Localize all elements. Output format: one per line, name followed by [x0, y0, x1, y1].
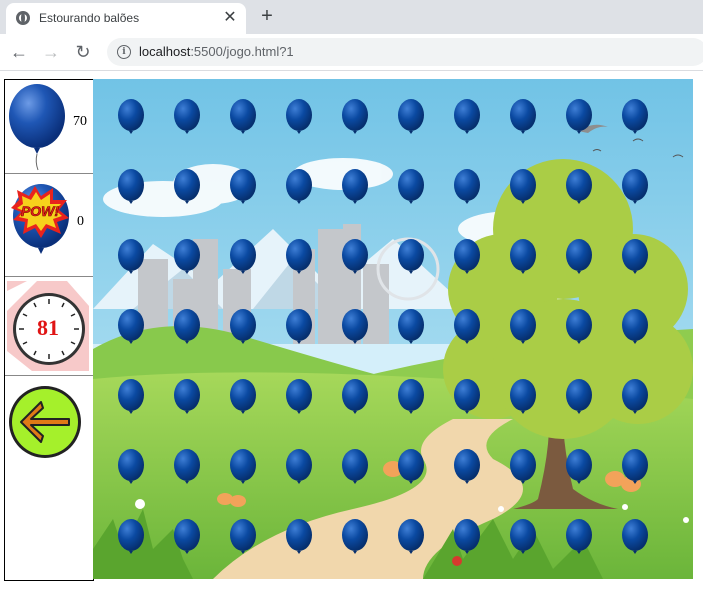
- balloon[interactable]: [230, 449, 256, 484]
- balloon[interactable]: [622, 169, 648, 204]
- balloon[interactable]: [286, 379, 312, 414]
- balloon[interactable]: [398, 309, 424, 344]
- balloon[interactable]: [230, 379, 256, 414]
- balloon[interactable]: [566, 449, 592, 484]
- new-tab-button[interactable]: +: [256, 5, 278, 27]
- balloon[interactable]: [398, 449, 424, 484]
- balloon[interactable]: [342, 169, 368, 204]
- info-icon[interactable]: i: [117, 45, 131, 59]
- balloon[interactable]: [118, 519, 144, 554]
- balloon[interactable]: [454, 519, 480, 554]
- balloon[interactable]: [174, 99, 200, 134]
- balloon[interactable]: [622, 309, 648, 344]
- reload-button[interactable]: ↻: [70, 40, 96, 64]
- balloon[interactable]: [566, 379, 592, 414]
- balloon[interactable]: [510, 379, 536, 414]
- balloon[interactable]: [118, 379, 144, 414]
- balloon[interactable]: [230, 309, 256, 344]
- balloon-icon: [9, 84, 65, 171]
- browser-tab[interactable]: Estourando balões ✕: [6, 3, 246, 34]
- balloon[interactable]: [342, 449, 368, 484]
- scoreboard-panel: 70 POW! 0 81: [4, 79, 94, 581]
- balloon[interactable]: [566, 309, 592, 344]
- balloon[interactable]: [174, 519, 200, 554]
- balloon[interactable]: [118, 99, 144, 134]
- balloon[interactable]: [566, 239, 592, 274]
- balloon[interactable]: [566, 99, 592, 134]
- balloon[interactable]: [566, 169, 592, 204]
- balloon[interactable]: [510, 169, 536, 204]
- balloon[interactable]: [510, 239, 536, 274]
- balloon[interactable]: [286, 449, 312, 484]
- balloon[interactable]: [174, 239, 200, 274]
- game-area: [93, 79, 693, 579]
- balloon[interactable]: [286, 239, 312, 274]
- balloon[interactable]: [622, 519, 648, 554]
- back-cell[interactable]: [5, 376, 93, 466]
- balloon[interactable]: [230, 239, 256, 274]
- globe-icon: [16, 11, 30, 25]
- balloon[interactable]: [454, 449, 480, 484]
- balloon[interactable]: [454, 99, 480, 134]
- address-bar[interactable]: i localhost:5500/jogo.html?1: [107, 38, 703, 66]
- balloon[interactable]: [622, 379, 648, 414]
- balloon[interactable]: [342, 309, 368, 344]
- balloon[interactable]: [118, 239, 144, 274]
- balloon[interactable]: [510, 309, 536, 344]
- close-tab-icon[interactable]: ✕: [221, 9, 239, 27]
- url-text[interactable]: localhost:5500/jogo.html?1: [139, 44, 294, 59]
- timer-value: 81: [37, 315, 59, 340]
- balloon[interactable]: [286, 309, 312, 344]
- back-arrow-icon[interactable]: [7, 384, 87, 464]
- balloon[interactable]: [286, 99, 312, 134]
- balloon[interactable]: [510, 449, 536, 484]
- pow-balloon-icon: POW!: [11, 184, 69, 254]
- balloon[interactable]: [510, 99, 536, 134]
- balloon[interactable]: [342, 99, 368, 134]
- balloon[interactable]: [398, 99, 424, 134]
- balloon[interactable]: [118, 449, 144, 484]
- balloon[interactable]: [454, 239, 480, 274]
- forward-button[interactable]: →: [38, 40, 64, 64]
- balloon[interactable]: [398, 519, 424, 554]
- balloon[interactable]: [230, 99, 256, 134]
- balloon[interactable]: [286, 169, 312, 204]
- browser-toolbar: ← → ↻ i localhost:5500/jogo.html?1: [0, 34, 703, 71]
- balloon[interactable]: [174, 309, 200, 344]
- balloon[interactable]: [174, 169, 200, 204]
- balloon[interactable]: [398, 169, 424, 204]
- tab-title: Estourando balões: [39, 11, 140, 25]
- balloon[interactable]: [286, 519, 312, 554]
- balloon[interactable]: [118, 169, 144, 204]
- balloon[interactable]: [622, 449, 648, 484]
- balloon[interactable]: [174, 449, 200, 484]
- svg-text:POW!: POW!: [21, 203, 59, 219]
- remaining-cell: 70: [5, 80, 93, 174]
- back-button[interactable]: ←: [6, 40, 32, 64]
- popped-cell: POW! 0: [5, 174, 93, 277]
- balloon[interactable]: [622, 99, 648, 134]
- balloon[interactable]: [118, 309, 144, 344]
- balloon[interactable]: [622, 239, 648, 274]
- remaining-count: 70: [73, 114, 87, 129]
- balloon[interactable]: [342, 379, 368, 414]
- balloon[interactable]: [454, 379, 480, 414]
- balloon[interactable]: [454, 169, 480, 204]
- balloon[interactable]: [510, 519, 536, 554]
- balloon[interactable]: [230, 519, 256, 554]
- balloon[interactable]: [398, 379, 424, 414]
- timer-cell: 81: [5, 277, 93, 376]
- popped-count: 0: [77, 214, 84, 229]
- tab-strip: Estourando balões ✕ +: [0, 0, 703, 34]
- balloon[interactable]: [342, 519, 368, 554]
- balloon[interactable]: [174, 379, 200, 414]
- balloon[interactable]: [566, 519, 592, 554]
- balloon[interactable]: [398, 239, 424, 274]
- balloon[interactable]: [342, 239, 368, 274]
- balloon[interactable]: [454, 309, 480, 344]
- balloon[interactable]: [230, 169, 256, 204]
- balloon-field: [118, 99, 648, 554]
